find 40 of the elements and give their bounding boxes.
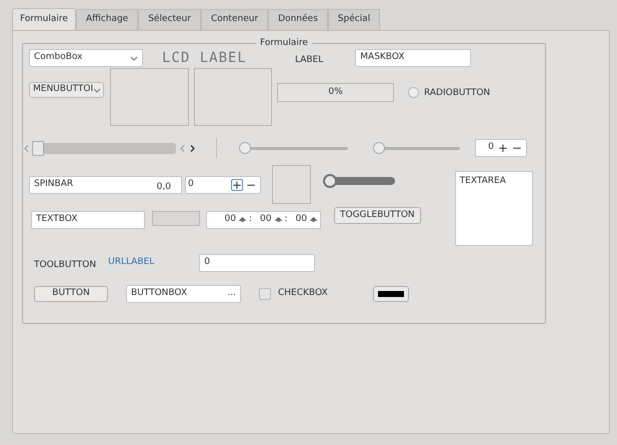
tab[interactable]: Affichage	[76, 9, 138, 30]
combo-box[interactable]: ComboBox	[29, 49, 143, 67]
radio-label: RADIOBUTTON	[424, 87, 490, 100]
tab[interactable]: Données	[268, 9, 328, 30]
button-box[interactable]: BUTTONBOX ...	[126, 284, 241, 302]
menu-button[interactable]: MENUBUTTOI	[29, 82, 104, 98]
color-button[interactable]	[372, 286, 409, 302]
tool-button[interactable]: TOOLBUTTON	[34, 259, 96, 272]
up-down-icon[interactable]	[310, 217, 317, 223]
button[interactable]: BUTTON	[34, 286, 108, 302]
spin-bar[interactable]: SPINBAR 0,0	[29, 176, 182, 194]
empty-field	[152, 211, 200, 226]
slider-handle[interactable]	[239, 142, 251, 154]
chevron-down-icon	[130, 56, 138, 60]
checkbox[interactable]	[259, 288, 271, 300]
progress-bar: 0%	[277, 83, 394, 102]
up-down-icon[interactable]	[239, 217, 246, 223]
input-field[interactable]: 0	[199, 254, 316, 272]
text-box[interactable]: TEXTBOX	[31, 211, 145, 229]
slider-handle[interactable]	[373, 142, 385, 154]
scrollbar-thumb[interactable]	[32, 140, 44, 156]
up-down-icon[interactable]	[274, 217, 282, 223]
text-area[interactable]: TEXTAREA	[454, 171, 533, 246]
spin-box[interactable]: 0 + −	[185, 176, 261, 194]
tab[interactable]: Sélecteur	[138, 9, 201, 30]
empty-frame	[272, 165, 311, 204]
chevron-down-icon	[93, 88, 102, 92]
time-box[interactable]: 00 : 00 : 00	[206, 211, 321, 229]
radio-button[interactable]	[408, 87, 419, 98]
mask-box[interactable]: MASKBOX	[355, 49, 472, 67]
tab[interactable]: Conteneur	[200, 9, 268, 30]
label: LABEL	[295, 54, 324, 68]
spin-box[interactable]: 0 + −	[475, 139, 527, 157]
toggle-switch[interactable]	[323, 177, 395, 185]
url-link[interactable]: URLLABEL	[108, 256, 154, 270]
tab[interactable]: Spécial	[328, 9, 380, 30]
tab[interactable]: Formulaire	[12, 8, 76, 30]
checkbox-label: CHECKBOX	[278, 286, 328, 300]
lcd-label: LCD LABEL	[162, 48, 248, 68]
toggle-button[interactable]: TOGGLEBUTTON	[334, 207, 421, 224]
